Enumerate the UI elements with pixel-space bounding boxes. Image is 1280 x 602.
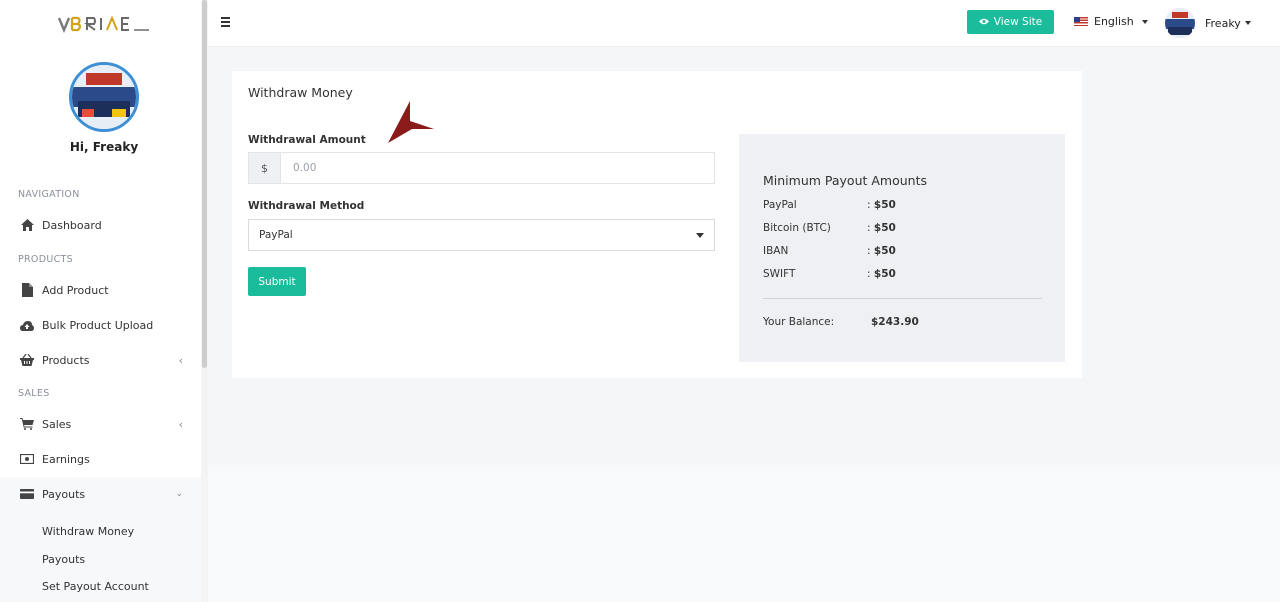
user-avatar: [1165, 8, 1195, 38]
sidebar-item-sales[interactable]: Sales ‹: [0, 407, 201, 441]
withdraw-card: Withdraw Money Withdrawal Amount $ Withd…: [232, 71, 1082, 378]
profile-avatar: [69, 62, 139, 132]
sidebar-item-payouts[interactable]: Payouts ⌄: [0, 477, 201, 511]
sidebar-item-dashboard[interactable]: Dashboard: [0, 208, 201, 242]
us-flag-icon: [1074, 17, 1088, 26]
payout-info-panel: Minimum Payout Amounts PayPal : $50 Bitc…: [739, 134, 1065, 362]
cart-icon: [20, 417, 34, 431]
money-bill-icon: [20, 452, 34, 466]
currency-addon: $: [249, 153, 281, 183]
view-site-label: View Site: [993, 16, 1043, 28]
divider: [763, 298, 1042, 299]
credit-card-icon: [20, 487, 34, 501]
brand-logo[interactable]: [57, 14, 151, 34]
content-footer-area: [208, 465, 1280, 602]
submenu-set-payout-account[interactable]: Set Payout Account: [42, 580, 149, 593]
submenu-withdraw-money[interactable]: Withdraw Money: [42, 525, 134, 538]
sidebar-item-label: Add Product: [42, 283, 109, 297]
balance-value: $243.90: [871, 316, 919, 328]
amount-input[interactable]: [281, 153, 714, 183]
payouts-submenu: Withdraw Money Payouts Set Payout Accoun…: [0, 511, 201, 602]
eye-icon: [978, 16, 989, 28]
submenu-payouts[interactable]: Payouts: [42, 553, 85, 566]
section-navigation: NAVIGATION: [18, 189, 80, 200]
balance-label: Your Balance:: [763, 316, 835, 328]
topbar: View Site English Freaky: [208, 0, 1280, 47]
payout-min-amount: : $50: [867, 245, 896, 257]
view-site-button[interactable]: View Site: [967, 10, 1054, 34]
sidebar-item-bulk-upload[interactable]: Bulk Product Upload: [0, 308, 201, 342]
caret-down-icon: [696, 233, 704, 238]
scrollbar-thumb[interactable]: [202, 0, 207, 368]
amount-input-group: $: [248, 152, 715, 184]
payout-min-amount: : $50: [867, 199, 896, 211]
sidebar-item-earnings[interactable]: Earnings: [0, 442, 201, 476]
payout-method-name: IBAN: [763, 245, 789, 257]
greeting: Hi, Freaky: [69, 140, 139, 154]
method-selected-value: PayPal: [259, 229, 293, 241]
caret-down-icon: [1141, 19, 1148, 24]
amount-label: Withdrawal Amount: [248, 134, 366, 146]
section-sales: SALES: [18, 388, 50, 399]
basket-icon: [20, 353, 34, 367]
cloud-upload-icon: [20, 318, 34, 332]
sidebar-item-label: Bulk Product Upload: [42, 318, 154, 332]
sidebar-item-label: Payouts: [42, 487, 86, 501]
caret-down-icon: [1244, 21, 1251, 25]
user-dropdown[interactable]: Freaky: [1165, 8, 1251, 38]
page-title: Withdraw Money: [248, 85, 353, 100]
payout-min-amount: : $50: [867, 268, 896, 280]
sidebar-scrollbar[interactable]: [201, 0, 208, 602]
annotation-arrow-icon: [388, 101, 434, 143]
sidebar-item-label: Dashboard: [42, 218, 102, 232]
section-products: PRODUCTS: [18, 254, 73, 265]
method-select[interactable]: PayPal: [248, 219, 715, 251]
language-label: English: [1094, 15, 1134, 28]
panel-title: Minimum Payout Amounts: [763, 173, 928, 188]
language-dropdown[interactable]: English: [1074, 15, 1148, 28]
file-icon: [20, 283, 34, 297]
sidebar-item-add-product[interactable]: Add Product: [0, 273, 201, 307]
chevron-left-icon: ‹: [178, 417, 183, 431]
chevron-down-icon: ⌄: [175, 489, 183, 499]
chevron-left-icon: ‹: [178, 353, 183, 367]
home-icon: [20, 218, 34, 232]
sidebar-item-label: Products: [42, 353, 90, 367]
sidebar: Hi, Freaky NAVIGATION Dashboard PRODUCTS…: [0, 0, 208, 602]
menu-toggle-icon[interactable]: [221, 17, 231, 27]
sidebar-item-label: Earnings: [42, 452, 90, 466]
sidebar-item-products[interactable]: Products ‹: [0, 343, 201, 377]
username-label: Freaky: [1205, 16, 1241, 30]
sidebar-item-label: Sales: [42, 417, 72, 431]
method-label: Withdrawal Method: [248, 200, 365, 212]
payout-method-name: Bitcoin (BTC): [763, 222, 831, 234]
balance-row: Your Balance: $243.90: [763, 316, 1063, 328]
submit-button[interactable]: Submit: [248, 267, 306, 296]
payout-method-name: PayPal: [763, 199, 797, 211]
payout-min-amount: : $50: [867, 222, 896, 234]
payout-method-name: SWIFT: [763, 268, 796, 280]
